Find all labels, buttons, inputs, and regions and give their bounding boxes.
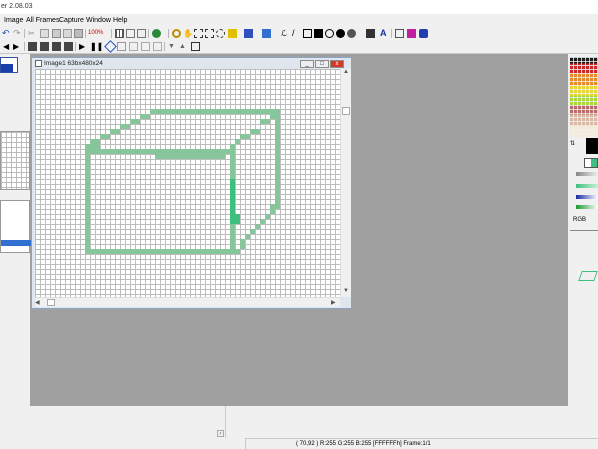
menu-help[interactable]: Help	[113, 17, 127, 24]
image-canvas[interactable]	[35, 69, 340, 297]
horizontal-scroll-thumb[interactable]	[47, 299, 55, 306]
ellipse-outline-icon[interactable]	[325, 29, 334, 38]
clone-icon[interactable]	[395, 29, 404, 38]
left-panel	[0, 54, 31, 406]
toolbar-main: ↶ ↷ ✂ 100% ✋ ℒ / A	[0, 27, 598, 40]
right-panel: ⇅ RGB	[568, 54, 598, 406]
select-free-icon[interactable]	[205, 29, 214, 38]
hue-slider[interactable]	[576, 172, 598, 176]
green-slider[interactable]	[576, 184, 598, 188]
vertical-scroll-thumb[interactable]	[342, 107, 350, 115]
film-icon[interactable]	[28, 42, 37, 51]
magic-wand-icon[interactable]	[228, 29, 237, 38]
line-icon[interactable]: /	[292, 29, 301, 38]
redo-icon[interactable]: ↷	[13, 29, 22, 38]
menu-all-frames[interactable]: All Frames	[26, 17, 59, 24]
status-bar: ( 70,92 ) R:255 G:255 B:255 [FFFFFFh] Fr…	[245, 438, 598, 449]
film-export-icon[interactable]	[64, 42, 73, 51]
foreground-color-swatch[interactable]	[586, 138, 598, 154]
log-area	[0, 406, 226, 438]
scroll-left-icon[interactable]: ◀	[35, 299, 40, 306]
ellipse-filled-icon[interactable]	[336, 29, 345, 38]
hand-icon[interactable]: ✋	[183, 29, 193, 38]
minimize-button[interactable]: _	[300, 60, 314, 68]
image-window-title: Image1 63bx480x24	[44, 60, 103, 67]
scroll-right-small-icon[interactable]: ›	[217, 430, 224, 437]
paste-new-icon[interactable]	[63, 29, 72, 38]
blue-slider[interactable]	[576, 195, 598, 199]
thumbnail[interactable]	[0, 57, 18, 73]
play-icon[interactable]: ▶	[79, 42, 88, 51]
preview-shape	[578, 271, 598, 281]
menu-bar: Image All Frames Capture Window Help	[0, 14, 598, 27]
frame-list-selected[interactable]	[1, 240, 31, 246]
prev-frame-icon[interactable]: ◀	[3, 42, 12, 51]
up-arrow-icon[interactable]: ▲	[179, 42, 188, 51]
info-icon[interactable]	[419, 29, 428, 38]
magnifier-preview	[0, 131, 30, 190]
green-slider-2[interactable]	[576, 205, 598, 209]
menu-window[interactable]: Window	[86, 17, 111, 24]
swap-colors-icon[interactable]: ⇅	[570, 140, 575, 147]
down-arrow-icon[interactable]: ▼	[168, 42, 177, 51]
rgb-tab[interactable]: RGB	[573, 217, 586, 223]
text-tool-icon[interactable]: A	[380, 29, 389, 38]
fill-icon[interactable]	[347, 29, 356, 38]
transform-icon[interactable]	[191, 42, 200, 51]
rect-filled-icon[interactable]	[314, 29, 323, 38]
globe-icon[interactable]	[152, 29, 161, 38]
zoom-label[interactable]: 100%	[88, 30, 103, 36]
effects-icon[interactable]	[407, 29, 416, 38]
skew-icon[interactable]	[141, 42, 150, 51]
cut-icon[interactable]: ✂	[28, 29, 37, 38]
document-icon	[35, 60, 42, 67]
frame-list[interactable]	[0, 200, 31, 253]
zoom-icon[interactable]	[172, 29, 181, 38]
next-frame-icon[interactable]: ▶	[13, 42, 22, 51]
pause-icon[interactable]: ❚❚	[90, 42, 103, 51]
horizontal-scrollbar[interactable]: ◀ ▶	[35, 297, 340, 307]
film-save-icon[interactable]	[52, 42, 61, 51]
color-picker-icon[interactable]	[366, 29, 375, 38]
scroll-right-icon[interactable]: ▶	[331, 299, 336, 306]
select-rect-icon[interactable]	[194, 29, 203, 38]
spray-icon[interactable]	[262, 29, 271, 38]
scroll-up-icon[interactable]: ▲	[343, 69, 349, 75]
vertical-scrollbar[interactable]: ▲ ▼	[340, 69, 351, 297]
status-text: ( 70,92 ) R:255 G:255 B:255 [FFFFFFh] Fr…	[296, 441, 431, 447]
scroll-down-icon[interactable]: ▼	[343, 288, 349, 294]
maximize-button[interactable]: □	[315, 60, 329, 68]
flip-v-icon[interactable]	[129, 42, 138, 51]
frame-icon[interactable]	[126, 29, 135, 38]
select-ellipse-icon[interactable]	[216, 29, 225, 38]
close-button[interactable]: x	[330, 60, 344, 68]
rotate-icon[interactable]	[104, 40, 117, 53]
grid-icon[interactable]	[115, 29, 124, 38]
menu-image[interactable]: Image	[4, 17, 23, 24]
menu-capture[interactable]: Capture	[59, 17, 84, 24]
undo-icon[interactable]: ↶	[2, 29, 11, 38]
mirror-icon[interactable]	[153, 42, 162, 51]
resize-icon[interactable]	[137, 29, 146, 38]
brush-icon[interactable]: ℒ	[281, 29, 290, 38]
paste-icon[interactable]	[52, 29, 61, 38]
crop-icon[interactable]	[74, 29, 83, 38]
copy-icon[interactable]	[40, 29, 49, 38]
rect-outline-icon[interactable]	[303, 29, 312, 38]
flip-h-icon[interactable]	[117, 42, 126, 51]
film-add-icon[interactable]	[40, 42, 49, 51]
background-color-swatch[interactable]	[584, 158, 598, 168]
app-title: er 2.08.03	[1, 3, 33, 10]
pencil-icon[interactable]	[244, 29, 253, 38]
toolbar-frames: ◀ ▶ ▶ ❚❚ ▼ ▲	[0, 40, 598, 54]
title-bar: er 2.08.03	[0, 0, 598, 14]
